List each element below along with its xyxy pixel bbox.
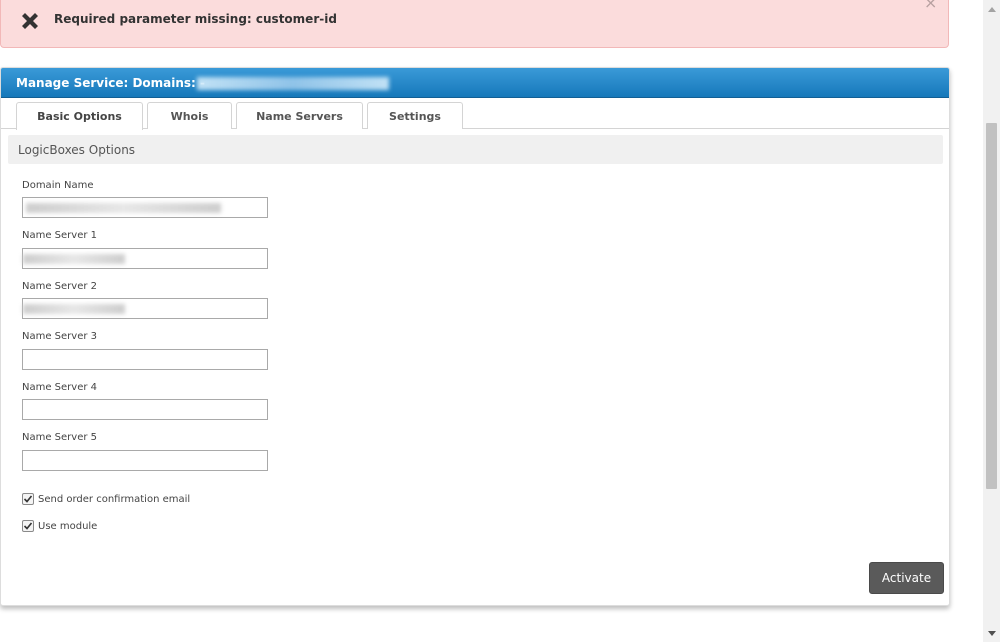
activate-button[interactable]: Activate	[869, 562, 944, 594]
use-module-label: Use module	[38, 520, 98, 532]
send-confirmation-row: Send order confirmation email	[22, 493, 190, 505]
scrollbar-thumb[interactable]	[986, 123, 997, 489]
name-server-5-label: Name Server 5	[22, 432, 98, 443]
checkmark-icon	[23, 495, 33, 503]
tab-settings[interactable]: Settings	[367, 102, 463, 129]
error-alert: Required parameter missing: customer-id …	[0, 0, 949, 48]
name-server-5-input[interactable]	[22, 450, 268, 471]
name-server-4-label: Name Server 4	[22, 382, 98, 393]
name-server-4-input[interactable]	[22, 399, 268, 420]
scroll-up-icon[interactable]	[983, 0, 1000, 17]
domain-name-input[interactable]	[22, 197, 268, 218]
name-server-1-input[interactable]	[22, 248, 268, 269]
tab-bar: Basic Options Whois Name Servers Setting…	[1, 98, 949, 130]
tab-name-servers[interactable]: Name Servers	[236, 102, 363, 129]
section-title: LogicBoxes Options	[18, 143, 136, 157]
name-server-3-label: Name Server 3	[22, 331, 98, 342]
manage-service-panel: Manage Service: Domains: - Basic Options…	[0, 67, 950, 606]
send-confirmation-checkbox[interactable]	[22, 493, 34, 505]
domain-name-label: Domain Name	[22, 180, 94, 191]
checkmark-icon	[23, 522, 33, 530]
panel-header: Manage Service: Domains: -	[1, 68, 949, 98]
redacted-domain	[197, 77, 389, 90]
tab-whois[interactable]: Whois	[147, 102, 232, 129]
name-server-3-input[interactable]	[22, 349, 268, 370]
alert-close-button[interactable]: ×	[924, 0, 937, 11]
name-server-2-input[interactable]	[22, 298, 268, 319]
vertical-scrollbar[interactable]	[983, 0, 1000, 642]
send-confirmation-label: Send order confirmation email	[38, 493, 191, 505]
use-module-checkbox[interactable]	[22, 520, 34, 532]
section-header: LogicBoxes Options	[8, 135, 943, 164]
name-server-1-label: Name Server 1	[22, 230, 98, 241]
panel-title: Manage Service: Domains: -	[16, 76, 206, 90]
name-server-2-label: Name Server 2	[22, 281, 98, 292]
use-module-row: Use module	[22, 520, 97, 532]
close-x-icon	[19, 10, 41, 32]
scroll-down-icon[interactable]	[983, 625, 1000, 642]
alert-message: Required parameter missing: customer-id	[54, 12, 337, 26]
tab-basic-options[interactable]: Basic Options	[16, 102, 143, 130]
